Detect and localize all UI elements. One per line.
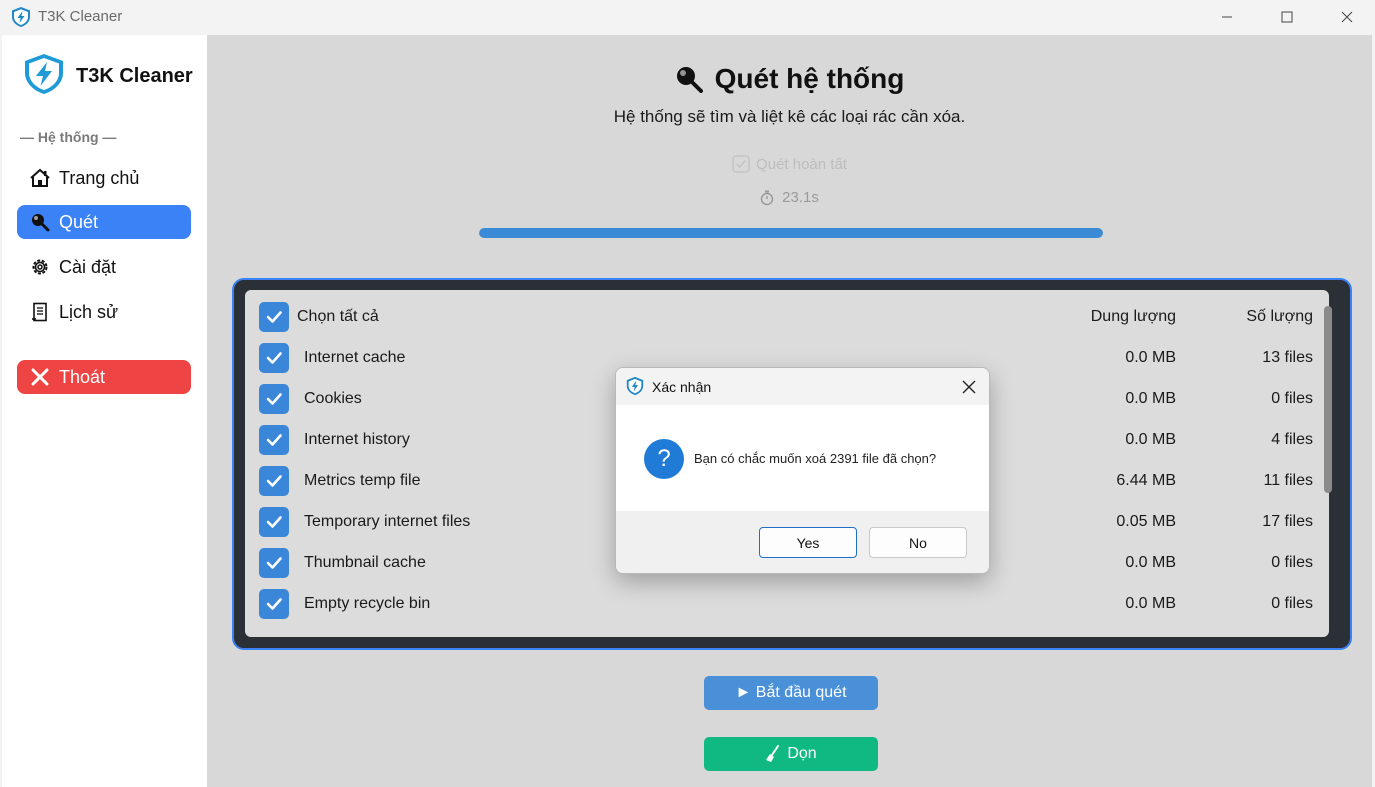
select-all-checkbox[interactable] xyxy=(259,301,289,332)
select-all-label: Chọn tất cả xyxy=(297,307,379,325)
row-name: Empty recycle bin xyxy=(304,594,431,612)
check-icon xyxy=(266,597,282,610)
row-count: 0 files xyxy=(1271,553,1313,571)
sidebar-item-label: Trang chủ xyxy=(59,167,140,188)
row-checkbox[interactable] xyxy=(259,383,289,414)
page-title: Quét hệ thống xyxy=(207,63,1372,95)
elapsed-time-text: 23.1s xyxy=(782,189,819,206)
row-name: Metrics temp file xyxy=(304,471,421,489)
row-size: 0.0 MB xyxy=(1125,553,1176,571)
exit-label: Thoát xyxy=(59,366,106,387)
question-icon: ? xyxy=(644,439,684,479)
scan-status-text: Quét hoàn tất xyxy=(756,155,847,173)
section-label: — Hệ thống — xyxy=(20,129,117,145)
row-count: 17 files xyxy=(1262,512,1313,530)
row-size: 0.0 MB xyxy=(1125,348,1176,366)
column-header-size: Dung lượng xyxy=(1090,307,1176,325)
row-checkbox[interactable] xyxy=(259,588,289,619)
sidebar-item-history[interactable]: Lịch sử xyxy=(17,295,191,329)
window-title: T3K Cleaner xyxy=(38,8,123,25)
row-checkbox[interactable] xyxy=(259,424,289,455)
row-name: Thumbnail cache xyxy=(304,553,426,571)
dialog-body: ? Bạn có chắc muốn xoá 2391 file đã chọn… xyxy=(616,405,989,511)
row-checkbox[interactable] xyxy=(259,506,289,537)
maximize-icon xyxy=(1281,11,1293,23)
scan-status: Quét hoàn tất xyxy=(207,155,1372,173)
row-name: Internet history xyxy=(304,430,410,448)
brand-name: T3K Cleaner xyxy=(76,65,193,87)
lightning-shield-icon xyxy=(22,53,66,100)
sidebar-item-label: Quét xyxy=(59,211,99,232)
home-icon xyxy=(29,167,51,189)
dialog-close-button[interactable] xyxy=(960,378,978,396)
stopwatch-icon xyxy=(760,190,774,206)
row-size: 6.44 MB xyxy=(1116,471,1176,489)
brand: T3K Cleaner xyxy=(22,53,193,100)
column-header-count: Số lượng xyxy=(1246,307,1313,325)
row-size: 0.0 MB xyxy=(1125,594,1176,612)
maximize-button[interactable] xyxy=(1258,0,1316,34)
exit-button[interactable]: Thoát xyxy=(17,360,191,394)
progress-fill xyxy=(479,228,1103,238)
title-bar: T3K Cleaner xyxy=(0,0,1375,34)
start-scan-button[interactable]: ► Bắt đầu quét xyxy=(704,676,878,710)
check-icon xyxy=(266,310,282,323)
scan-progress-bar xyxy=(479,228,1103,238)
row-checkbox[interactable] xyxy=(259,547,289,578)
page-title-text: Quét hệ thống xyxy=(714,63,905,94)
table-row[interactable]: Empty recycle bin 0.0 MB 0 files xyxy=(245,583,1329,624)
check-icon xyxy=(266,515,282,528)
check-icon xyxy=(266,474,282,487)
elapsed-time: 23.1s xyxy=(207,189,1372,206)
clean-button-label: Dọn xyxy=(787,745,817,762)
lightning-shield-icon xyxy=(10,6,32,28)
check-icon xyxy=(266,351,282,364)
magnifier-icon xyxy=(29,211,51,233)
row-size: 0.0 MB xyxy=(1125,430,1176,448)
close-icon xyxy=(962,380,976,394)
check-icon xyxy=(266,556,282,569)
sidebar: T3K Cleaner — Hệ thống — Trang chủ Quét … xyxy=(2,35,207,787)
magnifier-icon xyxy=(675,65,703,93)
confirm-dialog: Xác nhận ? Bạn có chắc muốn xoá 2391 fil… xyxy=(615,367,990,574)
sidebar-item-label: Lịch sử xyxy=(59,301,119,322)
dialog-title: Xác nhận xyxy=(652,379,712,395)
minimize-button[interactable] xyxy=(1198,0,1256,34)
check-icon xyxy=(266,433,282,446)
row-checkbox[interactable] xyxy=(259,342,289,373)
no-button[interactable]: No xyxy=(869,527,967,558)
row-size: 0.0 MB xyxy=(1125,389,1176,407)
close-window-button[interactable] xyxy=(1318,0,1375,34)
minimize-icon xyxy=(1222,16,1232,18)
broom-icon xyxy=(765,745,781,763)
page-subtitle: Hệ thống sẽ tìm và liệt kê các loại rác … xyxy=(613,107,966,126)
row-checkbox[interactable] xyxy=(259,465,289,496)
row-size: 0.05 MB xyxy=(1116,512,1176,530)
row-name: Internet cache xyxy=(304,348,406,366)
gear-icon xyxy=(29,256,51,278)
yes-button[interactable]: Yes xyxy=(759,527,857,558)
x-icon xyxy=(29,366,51,388)
row-count: 11 files xyxy=(1263,471,1313,489)
sidebar-item-scan[interactable]: Quét xyxy=(17,205,191,239)
close-icon xyxy=(1341,11,1353,23)
sidebar-item-label: Cài đặt xyxy=(59,256,117,277)
dialog-message: Bạn có chắc muốn xoá 2391 file đã chọn? xyxy=(694,451,937,466)
row-name: Temporary internet files xyxy=(304,512,471,530)
row-name: Cookies xyxy=(304,389,362,407)
row-count: 0 files xyxy=(1271,389,1313,407)
row-count: 13 files xyxy=(1262,348,1313,366)
dialog-header: Xác nhận xyxy=(616,368,989,405)
checkbox-icon xyxy=(732,155,750,173)
table-header: Chọn tất cả Dung lượng Số lượng xyxy=(245,296,1329,337)
row-count: 0 files xyxy=(1271,594,1313,612)
sidebar-item-settings[interactable]: Cài đặt xyxy=(17,250,191,284)
dialog-footer: Yes No xyxy=(616,511,989,573)
sidebar-item-home[interactable]: Trang chủ xyxy=(17,161,191,195)
row-count: 4 files xyxy=(1271,430,1313,448)
check-icon xyxy=(266,392,282,405)
scroll-icon xyxy=(29,301,51,323)
lightning-shield-icon xyxy=(625,376,645,401)
clean-button[interactable]: Dọn xyxy=(704,737,878,771)
